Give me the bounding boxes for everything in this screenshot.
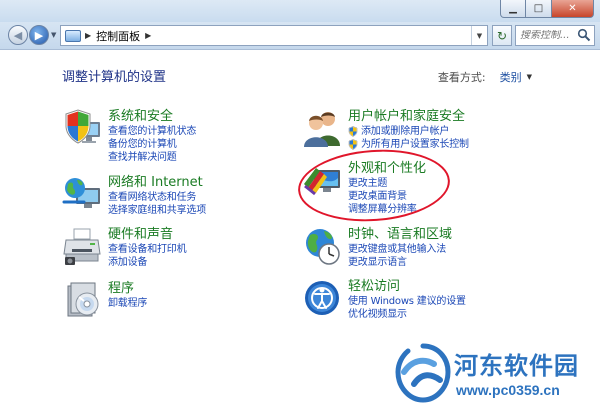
chevron-down-icon: ▼ bbox=[526, 73, 532, 81]
category-title-clock-language-region[interactable]: 时钟、语言和区域 bbox=[348, 226, 452, 243]
category-title-ease-of-access[interactable]: 轻松访问 bbox=[348, 278, 466, 295]
watermark: 河东软件园 www.pc0359.cn bbox=[390, 340, 600, 415]
category-title-system-security[interactable]: 系统和安全 bbox=[108, 108, 196, 125]
view-by-control: 查看方式: 类别 ▼ bbox=[438, 66, 538, 88]
users-icon[interactable] bbox=[302, 108, 342, 148]
refresh-button[interactable]: ↻ bbox=[492, 25, 512, 46]
search-icon[interactable] bbox=[577, 28, 591, 42]
breadcrumb-separator-icon[interactable]: ▶ bbox=[145, 31, 151, 40]
link-troubleshoot[interactable]: 查找并解决问题 bbox=[108, 151, 196, 164]
category-title-network-internet[interactable]: 网络和 Internet bbox=[108, 174, 206, 191]
link-backup-computer[interactable]: 备份您的计算机 bbox=[108, 138, 196, 151]
watermark-title: 河东软件园 bbox=[454, 351, 579, 380]
network-globe-icon[interactable] bbox=[62, 174, 102, 214]
watermark-logo-icon bbox=[395, 343, 451, 403]
printer-icon[interactable] bbox=[62, 226, 102, 266]
refresh-icon: ↻ bbox=[496, 28, 508, 43]
view-by-label: 查看方式: bbox=[437, 71, 486, 84]
address-dropdown-button[interactable]: ▼ bbox=[471, 26, 487, 45]
title-bar: ▁ □ ✕ bbox=[0, 0, 600, 22]
link-homegroup-sharing[interactable]: 选择家庭组和共享选项 bbox=[108, 204, 206, 217]
recent-pages-dropdown[interactable]: ▼ bbox=[51, 31, 56, 39]
navigation-bar: ◀ ▶ ▼ ▶ 控制面板 ▶ ▼ ↻ bbox=[0, 22, 600, 50]
search-box[interactable] bbox=[515, 25, 595, 46]
uac-shield-icon bbox=[348, 139, 358, 150]
close-button[interactable]: ✕ bbox=[552, 0, 594, 18]
address-bar[interactable]: ▶ 控制面板 ▶ ▼ bbox=[60, 25, 488, 46]
minimize-icon: ▁ bbox=[509, 3, 517, 14]
highlight-annotation-ring bbox=[295, 144, 453, 227]
category-title-hardware-sound[interactable]: 硬件和声音 bbox=[108, 226, 186, 243]
link-add-remove-accounts[interactable]: 添加或删除用户帐户 bbox=[348, 125, 469, 138]
window-controls: ▁ □ ✕ bbox=[500, 0, 594, 18]
link-optimize-video-display[interactable]: 优化视频显示 bbox=[348, 308, 466, 321]
programs-disc-icon[interactable] bbox=[62, 280, 102, 320]
chevron-down-icon: ▼ bbox=[476, 31, 483, 40]
link-devices-printers[interactable]: 查看设备和打印机 bbox=[108, 243, 187, 256]
link-add-device[interactable]: 添加设备 bbox=[108, 256, 186, 269]
ease-of-access-icon[interactable] bbox=[302, 278, 342, 318]
link-view-network-status[interactable]: 查看网络状态和任务 bbox=[108, 191, 206, 204]
clock-globe-icon[interactable] bbox=[302, 226, 342, 266]
link-windows-suggested-settings[interactable]: 使用 Windows 建议的设置 bbox=[348, 295, 466, 308]
close-icon: ✕ bbox=[568, 3, 577, 14]
category-title-user-accounts[interactable]: 用户帐户和家庭安全 bbox=[348, 108, 469, 125]
back-button[interactable]: ◀ bbox=[8, 25, 28, 45]
uac-shield-icon bbox=[348, 126, 358, 137]
arrow-left-icon: ◀ bbox=[13, 28, 23, 42]
link-change-display-language[interactable]: 更改显示语言 bbox=[348, 256, 452, 269]
maximize-button[interactable]: □ bbox=[526, 0, 552, 18]
link-change-keyboard-input[interactable]: 更改键盘或其他输入法 bbox=[348, 243, 452, 256]
search-input[interactable] bbox=[520, 30, 580, 41]
view-by-value: 类别 bbox=[499, 71, 522, 84]
breadcrumb-control-panel[interactable]: 控制面板 bbox=[96, 28, 140, 44]
link-add-remove-accounts-label: 添加或删除用户帐户 bbox=[361, 126, 450, 137]
forward-button[interactable]: ▶ bbox=[29, 25, 49, 45]
link-parental-controls[interactable]: 为所有用户设置家长控制 bbox=[348, 138, 469, 151]
breadcrumb-separator-icon[interactable]: ▶ bbox=[85, 31, 91, 40]
page-title: 调整计算机的设置 bbox=[62, 70, 167, 85]
minimize-button[interactable]: ▁ bbox=[500, 0, 526, 18]
view-by-dropdown[interactable]: 类别 ▼ bbox=[494, 66, 538, 88]
watermark-url: www.pc0359.cn bbox=[456, 382, 560, 398]
control-panel-icon bbox=[65, 29, 81, 42]
security-shield-icon[interactable] bbox=[62, 108, 102, 148]
link-uninstall-program[interactable]: 卸载程序 bbox=[108, 297, 147, 310]
arrow-right-icon: ▶ bbox=[34, 28, 44, 42]
link-view-computer-status[interactable]: 查看您的计算机状态 bbox=[108, 125, 196, 138]
maximize-icon: □ bbox=[533, 3, 544, 14]
category-title-programs[interactable]: 程序 bbox=[108, 280, 147, 297]
